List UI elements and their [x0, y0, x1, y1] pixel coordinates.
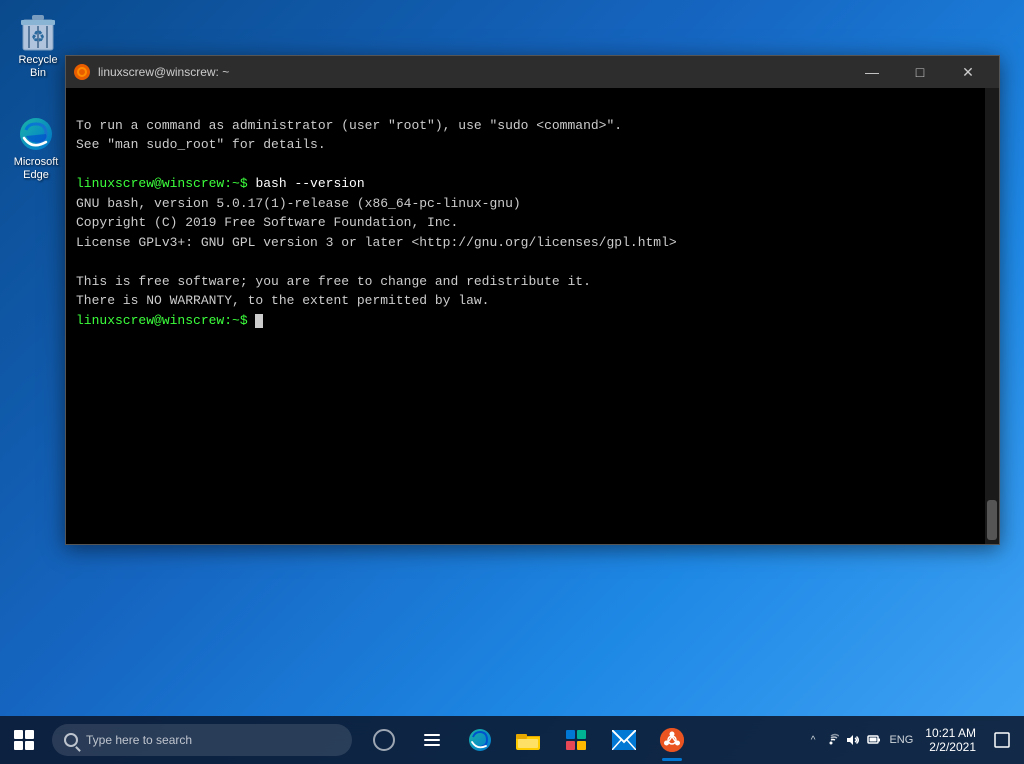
start-icon [14, 730, 34, 750]
terminal-line-2: See "man sudo_root" for details. [76, 137, 326, 152]
terminal-cmd-1: bash --version [255, 176, 364, 191]
terminal-line-3: GNU bash, version 5.0.17(1)-release (x86… [76, 196, 521, 211]
start-icon-q3 [14, 741, 23, 750]
terminal-line-5: License GPLv3+: GNU GPL version 3 or lat… [76, 235, 677, 250]
notification-icon [994, 732, 1010, 748]
power-icon [867, 733, 881, 747]
tray-icons[interactable] [819, 733, 885, 747]
terminal-line-1: To run a command as administrator (user … [76, 118, 622, 133]
taskbar-apps [360, 716, 696, 764]
terminal-titlebar: linuxscrew@winscrew: ~ — □ ✕ [66, 56, 999, 88]
taskbar-app-file-explorer[interactable] [504, 716, 552, 764]
system-tray: ^ [807, 716, 1024, 764]
start-button[interactable] [0, 716, 48, 764]
tray-time: 10:21 AM [925, 726, 976, 740]
file-explorer-icon [516, 729, 540, 751]
cortana-icon [373, 729, 395, 751]
minimize-button[interactable]: — [849, 56, 895, 88]
taskbar-search[interactable]: Type here to search [52, 724, 352, 756]
search-icon [64, 733, 78, 747]
volume-icon [845, 733, 861, 747]
network-icon [823, 733, 839, 747]
edge-label: Microsoft Edge [10, 156, 62, 182]
notification-button[interactable] [984, 716, 1020, 764]
terminal-window: linuxscrew@winscrew: ~ — □ ✕ To run a co… [65, 55, 1000, 545]
terminal-line-4: Copyright (C) 2019 Free Software Foundat… [76, 215, 458, 230]
ubuntu-icon [660, 728, 684, 752]
recycle-bin-label: Recycle Bin [12, 54, 64, 80]
task-view-icon [424, 734, 440, 746]
mail-icon [612, 730, 636, 750]
tray-chevron[interactable]: ^ [807, 735, 820, 746]
terminal-controls: — □ ✕ [849, 56, 991, 88]
tray-language[interactable]: ENG [885, 734, 917, 746]
recycle-bin-icon: ♻ [18, 12, 58, 52]
task-view-bar-1 [424, 734, 440, 736]
taskbar-app-store[interactable] [552, 716, 600, 764]
taskbar-app-ubuntu[interactable] [648, 716, 696, 764]
terminal-scrollbar-thumb[interactable] [987, 500, 997, 540]
taskbar: Type here to search [0, 716, 1024, 764]
start-icon-q1 [14, 730, 23, 739]
terminal-scrollbar[interactable] [985, 88, 999, 544]
task-view-bar-3 [424, 744, 440, 746]
maximize-button[interactable]: □ [897, 56, 943, 88]
terminal-content: To run a command as administrator (user … [76, 96, 989, 350]
edge-desktop-icon [16, 114, 56, 154]
terminal-prompt-2: linuxscrew@winscrew:~$ [76, 313, 255, 328]
search-placeholder: Type here to search [86, 733, 192, 747]
desktop: ♻ Recycle Bin [0, 0, 1024, 764]
start-icon-q4 [25, 741, 34, 750]
terminal-app-icon [74, 64, 90, 80]
start-icon-q2 [25, 730, 34, 739]
terminal-prompt-1: linuxscrew@winscrew:~$ [76, 176, 255, 191]
svg-text:♻: ♻ [31, 29, 45, 46]
desktop-icon-edge[interactable]: Microsoft Edge [6, 110, 66, 186]
terminal-line-6: This is free software; you are free to c… [76, 274, 591, 289]
taskbar-app-edge[interactable] [456, 716, 504, 764]
terminal-body[interactable]: To run a command as administrator (user … [66, 88, 999, 544]
taskbar-app-mail[interactable] [600, 716, 648, 764]
tray-datetime[interactable]: 10:21 AM 2/2/2021 [917, 726, 984, 754]
task-view-bar-2 [424, 739, 440, 741]
terminal-line-7: There is NO WARRANTY, to the extent perm… [76, 293, 489, 308]
taskbar-app-task-view[interactable] [408, 716, 456, 764]
tray-date: 2/2/2021 [929, 740, 976, 754]
store-icon [565, 729, 587, 751]
taskbar-app-cortana[interactable] [360, 716, 408, 764]
close-button[interactable]: ✕ [945, 56, 991, 88]
edge-icon [468, 728, 492, 752]
desktop-icon-recycle-bin[interactable]: ♻ Recycle Bin [8, 8, 68, 84]
terminal-title: linuxscrew@winscrew: ~ [98, 65, 849, 79]
terminal-cursor [255, 314, 263, 328]
